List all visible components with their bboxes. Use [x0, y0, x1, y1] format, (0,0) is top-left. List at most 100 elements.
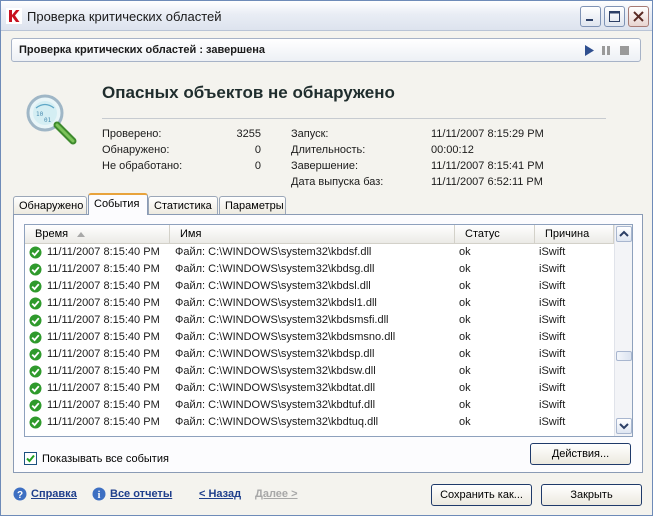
name-cell: Файл: C:\WINDOWS\system32\kbdsl1.dll — [175, 297, 377, 309]
table-row[interactable]: 11/11/2007 8:15:40 PM Файл: C:\WINDOWS\sy… — [25, 397, 614, 414]
time-cell: 11/11/2007 8:15:40 PM — [47, 348, 160, 360]
tab-label: Обнаружено — [19, 200, 84, 212]
tab-statistics[interactable]: Статистика — [148, 196, 218, 215]
time-cell: 11/11/2007 8:15:40 PM — [47, 263, 160, 275]
help-icon[interactable]: ? — [13, 487, 27, 501]
chevron-up-icon — [619, 230, 629, 237]
time-cell: 11/11/2007 8:15:40 PM — [47, 246, 160, 258]
found-label: Обнаружено: — [102, 144, 170, 156]
save-as-button[interactable]: Сохранить как... — [431, 484, 532, 506]
found-value: 0 — [254, 144, 261, 156]
column-header-reason[interactable]: Причина — [535, 225, 614, 244]
ok-status-icon — [29, 314, 42, 327]
scroll-down-button[interactable] — [616, 418, 632, 434]
maximize-icon — [609, 11, 620, 22]
close-window-button[interactable] — [628, 6, 649, 27]
table-row[interactable]: 11/11/2007 8:15:40 PM Файл: C:\WINDOWS\sy… — [25, 244, 614, 261]
tab-parameters[interactable]: Параметры — [219, 196, 286, 215]
time-cell: 11/11/2007 8:15:40 PM — [47, 416, 160, 428]
minimize-button[interactable] — [580, 6, 601, 27]
next-link[interactable]: Далее > — [255, 488, 298, 500]
ok-status-icon — [29, 348, 42, 361]
table-body: 11/11/2007 8:15:40 PM Файл: C:\WINDOWS\sy… — [25, 244, 614, 431]
column-header-status[interactable]: Статус — [455, 225, 535, 244]
finish-value: 11/11/2007 8:15:41 PM — [431, 160, 544, 172]
play-icon[interactable] — [584, 45, 595, 56]
reason-cell: iSwift — [539, 416, 566, 428]
ok-status-icon — [29, 280, 42, 293]
time-cell: 11/11/2007 8:15:40 PM — [47, 399, 160, 411]
table-row[interactable]: 11/11/2007 8:15:40 PM Файл: C:\WINDOWS\sy… — [25, 329, 614, 346]
table-header: Время Имя Статус Причина — [25, 225, 614, 244]
scan-magnifier-icon: 10 01 — [26, 94, 77, 145]
duration-label: Длительность: — [291, 144, 366, 156]
start-label: Запуск: — [291, 128, 329, 140]
events-table[interactable]: Время Имя Статус Причина 11/11/2007 8:15… — [24, 224, 633, 437]
tab-detected[interactable]: Обнаружено — [13, 196, 87, 215]
tab-label: Параметры — [225, 200, 284, 212]
checked-value: 3255 — [236, 128, 261, 140]
status-cell: ok — [459, 331, 471, 343]
all-reports-link[interactable]: Все отчеты — [110, 488, 172, 500]
status-cell: ok — [459, 399, 471, 411]
column-header-name[interactable]: Имя — [170, 225, 455, 244]
table-row[interactable]: 11/11/2007 8:15:40 PM Файл: C:\WINDOWS\sy… — [25, 414, 614, 431]
table-row[interactable]: 11/11/2007 8:15:40 PM Файл: C:\WINDOWS\sy… — [25, 380, 614, 397]
help-link[interactable]: Справка — [31, 488, 77, 500]
scan-window: Проверка критических областей Проверка к… — [0, 0, 653, 516]
time-cell: 11/11/2007 8:15:40 PM — [47, 280, 160, 292]
close-button[interactable]: Закрыть — [541, 484, 642, 506]
title-bar[interactable]: Проверка критических областей — [1, 1, 652, 31]
svg-text:01: 01 — [44, 117, 52, 124]
info-icon[interactable]: i — [92, 487, 106, 501]
db-release-value: 11/11/2007 6:52:11 PM — [431, 176, 543, 188]
tab-label: Статистика — [154, 200, 212, 212]
name-cell: Файл: C:\WINDOWS\system32\kbdtuq.dll — [175, 416, 379, 428]
table-row[interactable]: 11/11/2007 8:15:40 PM Файл: C:\WINDOWS\sy… — [25, 346, 614, 363]
table-row[interactable]: 11/11/2007 8:15:40 PM Файл: C:\WINDOWS\sy… — [25, 363, 614, 380]
status-cell: ok — [459, 280, 471, 292]
name-cell: Файл: C:\WINDOWS\system32\kbdsg.dll — [175, 263, 375, 275]
ok-status-icon — [29, 382, 42, 395]
table-row[interactable]: 11/11/2007 8:15:40 PM Файл: C:\WINDOWS\sy… — [25, 312, 614, 329]
scan-status-text: Проверка критических областей : завершен… — [19, 44, 265, 56]
time-cell: 11/11/2007 8:15:40 PM — [47, 365, 160, 377]
result-headline: Опасных объектов не обнаружено — [102, 83, 395, 102]
name-cell: Файл: C:\WINDOWS\system32\kbdsmsfi.dll — [175, 314, 389, 326]
scroll-thumb[interactable] — [616, 351, 632, 361]
show-all-events-label[interactable]: Показывать все события — [42, 453, 169, 465]
status-cell: ok — [459, 297, 471, 309]
chevron-down-icon — [619, 423, 629, 430]
scroll-up-button[interactable] — [616, 226, 632, 242]
table-row[interactable]: 11/11/2007 8:15:40 PM Файл: C:\WINDOWS\sy… — [25, 261, 614, 278]
tab-events[interactable]: События — [88, 193, 148, 215]
actions-button[interactable]: Действия... — [530, 443, 631, 465]
name-cell: Файл: C:\WINDOWS\system32\kbdtat.dll — [175, 382, 376, 394]
ok-status-icon — [29, 263, 42, 276]
name-cell: Файл: C:\WINDOWS\system32\kbdsw.dll — [175, 365, 376, 377]
back-link[interactable]: < Назад — [199, 488, 241, 500]
reason-cell: iSwift — [539, 280, 566, 292]
finish-label: Завершение: — [291, 160, 359, 172]
pause-icon[interactable] — [601, 45, 612, 56]
status-cell: ok — [459, 348, 471, 360]
svg-text:i: i — [98, 490, 101, 501]
db-release-label: Дата выпуска баз: — [291, 176, 384, 188]
table-row[interactable]: 11/11/2007 8:15:40 PM Файл: C:\WINDOWS\sy… — [25, 295, 614, 312]
vertical-scrollbar[interactable] — [614, 225, 632, 436]
status-cell: ok — [459, 416, 471, 428]
window-title: Проверка критических областей — [27, 9, 222, 24]
reason-cell: iSwift — [539, 331, 566, 343]
name-cell: Файл: C:\WINDOWS\system32\kbdsl.dll — [175, 280, 371, 292]
maximize-button[interactable] — [604, 6, 625, 27]
column-header-time[interactable]: Время — [25, 225, 170, 244]
name-cell: Файл: C:\WINDOWS\system32\kbdsp.dll — [175, 348, 375, 360]
unprocessed-label: Не обработано: — [102, 160, 183, 172]
stop-icon[interactable] — [619, 45, 630, 56]
show-all-events-checkbox[interactable] — [24, 452, 37, 465]
status-cell: ok — [459, 246, 471, 258]
reason-cell: iSwift — [539, 297, 566, 309]
reason-cell: iSwift — [539, 399, 566, 411]
kaspersky-logo-icon — [6, 8, 22, 24]
table-row[interactable]: 11/11/2007 8:15:40 PM Файл: C:\WINDOWS\sy… — [25, 278, 614, 295]
